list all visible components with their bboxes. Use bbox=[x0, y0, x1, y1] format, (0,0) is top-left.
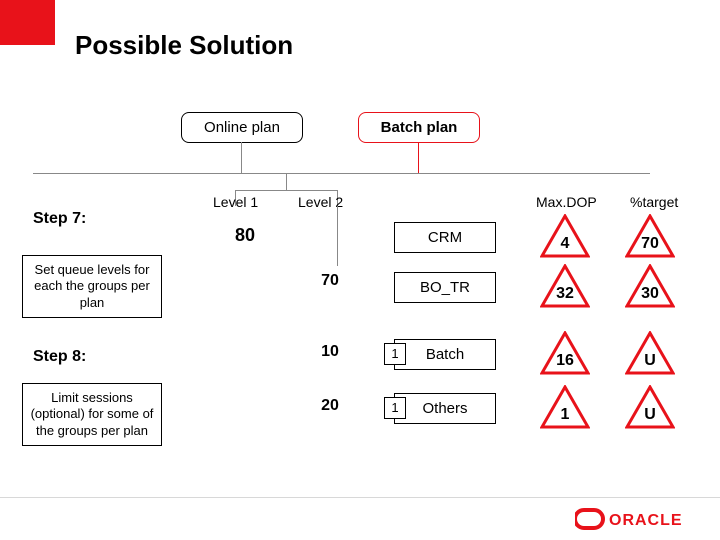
step7-desc: Set queue levels for each the groups per… bbox=[34, 262, 150, 310]
step8-desc: Limit sessions (optional) for some of th… bbox=[31, 390, 154, 438]
target-tri-3: U bbox=[625, 385, 675, 429]
level1-value: 80 bbox=[225, 225, 265, 246]
col-maxdop: Max.DOP bbox=[536, 194, 597, 210]
batch-plan-label: Batch plan bbox=[381, 119, 458, 136]
svg-text:4: 4 bbox=[561, 235, 570, 252]
maxdop-tri-0: 4 bbox=[540, 214, 590, 258]
bus-drop-online bbox=[241, 142, 242, 173]
step8-label: Step 8: bbox=[33, 348, 86, 366]
batch-plan-box: Batch plan bbox=[358, 112, 480, 143]
maxdop-tri-3: 1 bbox=[540, 385, 590, 429]
target-tri-1: 30 bbox=[625, 264, 675, 308]
group-botr-label: BO_TR bbox=[420, 279, 470, 296]
group-crm: CRM bbox=[394, 222, 496, 253]
target-tri-0: 70 bbox=[625, 214, 675, 258]
level2-v0: 70 bbox=[310, 272, 350, 290]
svg-text:U: U bbox=[644, 406, 656, 423]
priority-batch: 1 bbox=[384, 343, 406, 365]
group-others: Others bbox=[394, 393, 496, 424]
svg-text:70: 70 bbox=[641, 235, 659, 252]
target-tri-2: U bbox=[625, 331, 675, 375]
group-batch: Batch bbox=[394, 339, 496, 370]
online-split bbox=[235, 190, 337, 191]
online-plan-label: Online plan bbox=[204, 119, 280, 136]
oracle-logo: ORACLE bbox=[575, 508, 695, 530]
page-title: Possible Solution bbox=[75, 30, 293, 61]
step7-label: Step 7: bbox=[33, 210, 86, 228]
maxdop-tri-2: 16 bbox=[540, 331, 590, 375]
level2-spine bbox=[337, 206, 338, 266]
step7-desc-box: Set queue levels for each the groups per… bbox=[22, 255, 162, 318]
maxdop-tri-1: 32 bbox=[540, 264, 590, 308]
online-plan-box: Online plan bbox=[181, 112, 303, 143]
group-batch-label: Batch bbox=[426, 346, 464, 363]
priority-others: 1 bbox=[384, 397, 406, 419]
level1-label: Level 1 bbox=[213, 194, 258, 210]
level2-v3: 20 bbox=[310, 397, 350, 415]
step8-desc-box: Limit sessions (optional) for some of th… bbox=[22, 383, 162, 446]
svg-text:32: 32 bbox=[556, 285, 574, 302]
tree-bus bbox=[33, 173, 650, 174]
bus-drop-batch bbox=[418, 142, 419, 173]
svg-text:30: 30 bbox=[641, 285, 659, 302]
col-target: %target bbox=[630, 194, 678, 210]
online-trunk bbox=[286, 173, 287, 190]
group-botr: BO_TR bbox=[394, 272, 496, 303]
footer-divider bbox=[0, 497, 720, 498]
svg-text:ORACLE: ORACLE bbox=[609, 512, 683, 529]
brand-square bbox=[0, 0, 55, 45]
group-crm-label: CRM bbox=[428, 229, 462, 246]
svg-text:U: U bbox=[644, 352, 656, 369]
svg-text:16: 16 bbox=[556, 352, 574, 369]
level2-v2: 10 bbox=[310, 343, 350, 361]
svg-text:1: 1 bbox=[561, 406, 570, 423]
group-others-label: Others bbox=[422, 400, 467, 417]
